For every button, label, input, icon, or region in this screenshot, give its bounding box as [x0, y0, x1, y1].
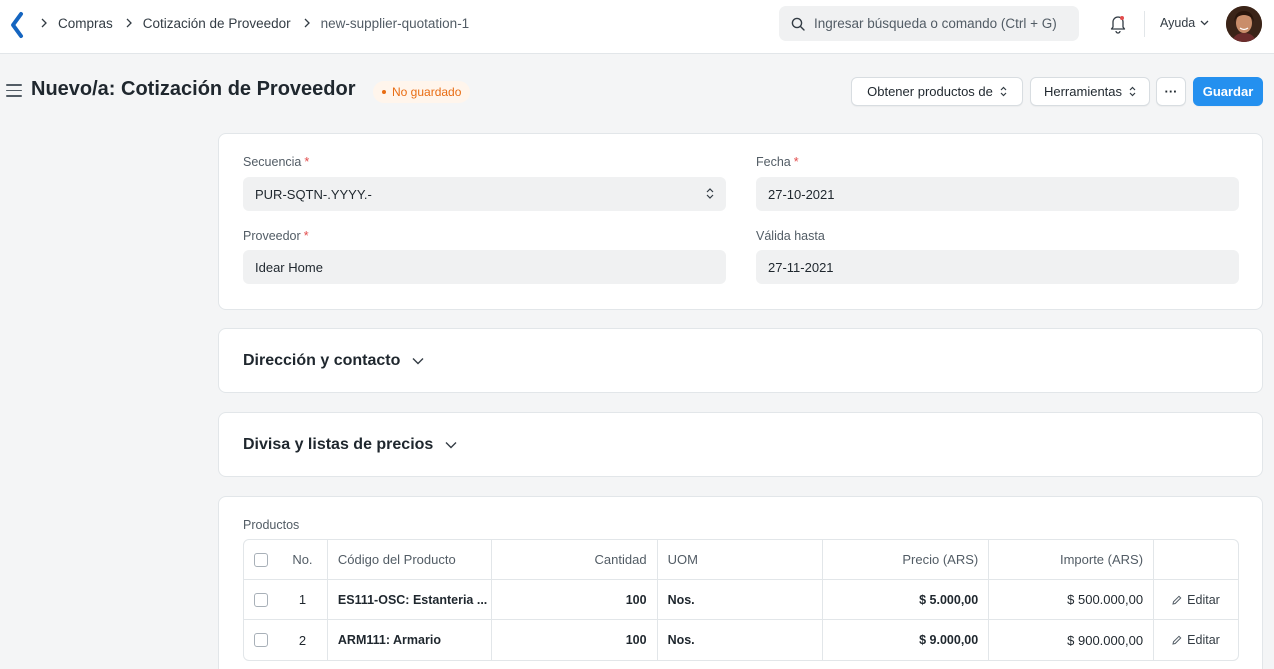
select-arrows-icon — [706, 188, 714, 199]
items-table: No. Código del Producto Cantidad UOM Pre… — [243, 539, 1239, 661]
table-header-row: No. Código del Producto Cantidad UOM Pre… — [244, 540, 1238, 580]
chevron-down-icon — [1200, 20, 1209, 26]
row-edit-button[interactable]: Editar — [1154, 620, 1238, 660]
items-label: Productos — [243, 518, 300, 532]
select-arrows-icon — [1129, 86, 1136, 97]
row-checkbox[interactable] — [254, 633, 268, 647]
navbar: Compras Cotización de Proveedor new-supp… — [0, 0, 1274, 54]
get-items-button[interactable]: Obtener productos de — [851, 77, 1023, 106]
date-field[interactable]: 27-10-2021 — [756, 177, 1239, 211]
app-logo-icon[interactable] — [8, 11, 26, 39]
valid-till-label: Válida hasta — [756, 229, 825, 243]
row-qty[interactable]: 100 — [492, 580, 658, 619]
row-no: 2 — [278, 620, 328, 660]
chevron-right-icon — [40, 18, 48, 28]
breadcrumb-supplier-quotation[interactable]: Cotización de Proveedor — [143, 16, 291, 31]
row-no: 1 — [278, 580, 328, 619]
col-edit — [1154, 540, 1238, 579]
help-dropdown[interactable]: Ayuda — [1160, 16, 1209, 30]
series-value: PUR-SQTN-.YYYY.- — [255, 186, 372, 202]
select-all-checkbox[interactable] — [254, 552, 268, 567]
page-title: Nuevo/a: Cotización de Proveedor — [31, 78, 356, 100]
status-text: No guardado — [392, 85, 462, 99]
sidebar-toggle-icon[interactable] — [6, 84, 22, 101]
pencil-icon — [1172, 595, 1182, 605]
col-rate: Precio (ARS) — [823, 540, 990, 579]
tools-label: Herramientas — [1043, 84, 1123, 99]
pencil-icon — [1172, 635, 1182, 645]
items-section: Productos No. Código del Producto Cantid… — [218, 496, 1263, 669]
user-avatar[interactable] — [1226, 6, 1262, 42]
row-qty[interactable]: 100 — [492, 620, 658, 660]
supplier-label: Proveedor * — [243, 229, 309, 243]
breadcrumb-current-doc[interactable]: new-supplier-quotation-1 — [321, 16, 470, 31]
address-contact-section[interactable]: Dirección y contacto — [218, 328, 1263, 393]
nav-divider — [1144, 11, 1145, 37]
tools-button[interactable]: Herramientas — [1030, 77, 1150, 106]
chevron-right-icon — [303, 18, 311, 28]
currency-price-list-section[interactable]: Divisa y listas de precios — [218, 412, 1263, 477]
select-arrows-icon — [1000, 86, 1007, 97]
search-input[interactable]: Ingresar búsqueda o comando (Ctrl + G) — [779, 6, 1079, 41]
section-heading[interactable]: Divisa y listas de precios — [243, 436, 457, 454]
table-row[interactable]: 1 ES111-OSC: Estanteria ... 100 Nos. $ 5… — [244, 580, 1238, 620]
chevron-right-icon — [125, 18, 133, 28]
row-amount: $ 500.000,00 — [989, 580, 1155, 619]
main-form-card: Secuencia * PUR-SQTN-.YYYY.- Fecha * 27-10… — [218, 133, 1263, 310]
status-badge: No guardado — [373, 81, 471, 103]
date-label: Fecha * — [756, 155, 799, 169]
search-placeholder: Ingresar búsqueda o comando (Ctrl + G) — [814, 16, 1057, 31]
row-edit-button[interactable]: Editar — [1154, 580, 1238, 619]
select-all-cell — [244, 540, 278, 579]
row-item-code[interactable]: ES111-OSC: Estanteria ... — [328, 580, 492, 619]
section-title: Dirección y contacto — [243, 352, 401, 369]
section-title: Divisa y listas de precios — [243, 436, 434, 453]
col-uom: UOM — [658, 540, 824, 579]
col-amount: Importe (ARS) — [989, 540, 1155, 579]
notification-bell-icon[interactable] — [1109, 14, 1127, 37]
status-dot — [382, 90, 386, 94]
supplier-field[interactable]: Idear Home — [243, 250, 726, 284]
breadcrumb-compras[interactable]: Compras — [58, 16, 113, 31]
chevron-down-icon — [412, 358, 424, 365]
valid-till-field[interactable]: 27-11-2021 — [756, 250, 1239, 284]
search-icon — [791, 17, 805, 31]
row-select-cell — [244, 580, 278, 619]
col-item-code: Código del Producto — [328, 540, 492, 579]
row-uom[interactable]: Nos. — [658, 580, 824, 619]
row-checkbox[interactable] — [254, 592, 268, 607]
help-label: Ayuda — [1160, 16, 1196, 30]
row-rate[interactable]: $ 5.000,00 — [823, 580, 990, 619]
row-item-code[interactable]: ARM111: Armario — [328, 620, 492, 660]
series-select[interactable]: PUR-SQTN-.YYYY.- — [243, 177, 726, 211]
series-label: Secuencia * — [243, 155, 310, 169]
more-actions-button[interactable]: ··· — [1156, 77, 1186, 106]
breadcrumb: Compras Cotización de Proveedor new-supp… — [40, 0, 481, 46]
row-rate[interactable]: $ 9.000,00 — [823, 620, 990, 660]
row-select-cell — [244, 620, 278, 660]
row-amount: $ 900.000,00 — [989, 620, 1155, 660]
col-no: No. — [278, 540, 328, 579]
chevron-down-icon — [445, 442, 457, 449]
table-row[interactable]: 2 ARM111: Armario 100 Nos. $ 9.000,00 $ … — [244, 620, 1238, 660]
edit-label: Editar — [1187, 633, 1220, 647]
edit-label: Editar — [1187, 592, 1220, 607]
col-qty: Cantidad — [492, 540, 658, 579]
get-items-label: Obtener productos de — [867, 84, 993, 99]
save-button[interactable]: Guardar — [1193, 77, 1263, 106]
row-uom[interactable]: Nos. — [658, 620, 824, 660]
section-heading[interactable]: Dirección y contacto — [243, 352, 424, 370]
